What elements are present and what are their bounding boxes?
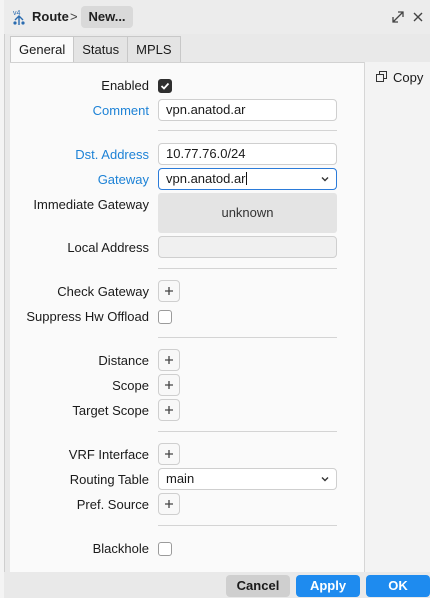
chevron-down-icon — [321, 477, 329, 482]
chevron-down-icon — [321, 177, 329, 182]
routing-table-label: Routing Table — [69, 472, 149, 487]
distance-add-button[interactable] — [158, 349, 180, 371]
ok-button[interactable]: OK — [366, 575, 430, 597]
divider — [158, 337, 337, 338]
immediate-gateway-label: Immediate Gateway — [33, 197, 149, 212]
side-panel — [364, 62, 430, 572]
plus-icon — [165, 287, 173, 295]
copy-button[interactable]: Copy — [376, 70, 423, 85]
enabled-checkbox[interactable] — [158, 79, 172, 93]
window-title: Route — [32, 9, 69, 24]
gateway-select[interactable]: vpn.anatod.ar — [158, 168, 337, 190]
plus-icon — [165, 381, 173, 389]
plus-icon — [165, 500, 173, 508]
dst-address-input[interactable]: 10.77.76.0/24 — [158, 143, 337, 165]
divider — [158, 431, 337, 432]
local-address-input[interactable] — [158, 236, 337, 258]
tab-bar: General Status MPLS — [10, 36, 181, 63]
copy-icon — [376, 70, 387, 85]
breadcrumb-separator: > — [70, 9, 78, 24]
background-window-edge — [0, 0, 5, 598]
check-gateway-add-button[interactable] — [158, 280, 180, 302]
tab-status[interactable]: Status — [73, 36, 129, 63]
scope-add-button[interactable] — [158, 374, 180, 396]
plus-icon — [165, 406, 173, 414]
close-icon[interactable] — [409, 8, 427, 26]
routing-table-select[interactable]: main — [158, 468, 337, 490]
suppress-hw-offload-label: Suppress Hw Offload — [26, 309, 149, 324]
pref-source-label: Pref. Source — [76, 497, 149, 512]
comment-input[interactable]: vpn.anatod.ar — [158, 99, 337, 121]
distance-label: Distance — [98, 353, 149, 368]
tab-mpls[interactable]: MPLS — [127, 36, 181, 63]
pref-source-add-button[interactable] — [158, 493, 180, 515]
expand-icon[interactable] — [389, 8, 407, 26]
routing-table-value: main — [166, 471, 195, 486]
divider — [158, 268, 337, 269]
blackhole-label: Blackhole — [92, 541, 149, 556]
immediate-gateway-value: unknown — [158, 193, 337, 233]
comment-label: Comment — [92, 103, 149, 118]
text-cursor — [245, 172, 247, 185]
target-scope-add-button[interactable] — [158, 399, 180, 421]
ipv4-route-icon: v4 — [10, 8, 28, 26]
divider — [158, 525, 337, 526]
breadcrumb-new-item: New... — [81, 6, 133, 28]
vrf-interface-add-button[interactable] — [158, 443, 180, 465]
plus-icon — [165, 356, 173, 364]
local-address-label: Local Address — [67, 240, 149, 255]
scope-label: Scope — [112, 378, 149, 393]
vrf-interface-label: VRF Interface — [68, 447, 149, 462]
checkmark-icon — [160, 82, 170, 90]
check-gateway-label: Check Gateway — [57, 284, 149, 299]
enabled-label: Enabled — [101, 78, 149, 93]
tab-general[interactable]: General — [10, 36, 75, 63]
dst-address-label: Dst. Address — [75, 147, 149, 162]
target-scope-label: Target Scope — [72, 403, 149, 418]
suppress-hw-offload-checkbox[interactable] — [158, 310, 172, 324]
gateway-value: vpn.anatod.ar — [166, 171, 246, 186]
divider — [158, 130, 337, 131]
copy-label: Copy — [393, 70, 424, 85]
blackhole-checkbox[interactable] — [158, 542, 172, 556]
plus-icon — [165, 450, 173, 458]
gateway-label: Gateway — [97, 172, 149, 187]
cancel-button[interactable]: Cancel — [226, 575, 290, 597]
apply-button[interactable]: Apply — [296, 575, 360, 597]
